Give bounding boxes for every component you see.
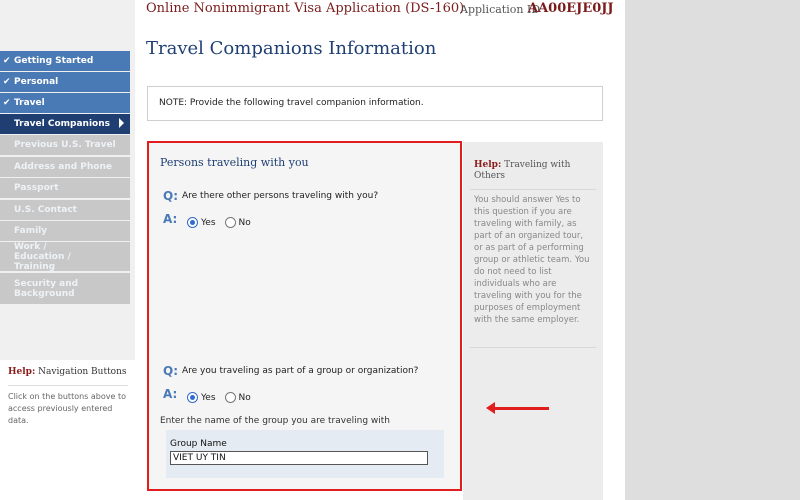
radio-no-group-travel[interactable] (224, 392, 236, 403)
sidebar-item-work-education-training[interactable]: Work / Education / Training (0, 241, 130, 272)
help-traveling-text: You should answer Yes to this question i… (474, 195, 590, 325)
divider (470, 347, 596, 348)
sidebar-item-label: Family (14, 226, 48, 236)
group-name-input[interactable] (170, 451, 428, 465)
app-title: Online Nonimmigrant Visa Application (DS… (146, 1, 465, 16)
radio-group-other-persons: Yes No (187, 217, 260, 228)
checkmark-icon: ✔ (3, 77, 11, 87)
radio-label-yes: Yes (201, 392, 216, 403)
sidebar-item-travel-companions[interactable]: Travel Companions (0, 114, 130, 134)
checkmark-icon: ✔ (3, 98, 11, 108)
radio-label-no: No (238, 392, 251, 403)
radio-group-group-travel: Yes No (187, 392, 260, 403)
help-navigation-panel: Help: Navigation Buttons Click on the bu… (0, 360, 135, 500)
help-navigation-title: Help: Navigation Buttons (8, 367, 127, 377)
answer-marker: A: (163, 387, 178, 401)
sidebar-item-personal[interactable]: ✔ Personal (0, 72, 130, 92)
sidebar-item-label: U.S. Contact (14, 205, 77, 215)
help-traveling-title: Help: Traveling with Others (474, 160, 571, 181)
sidebar-item-label: Getting Started (14, 56, 94, 66)
answer-marker: A: (163, 212, 178, 226)
travel-companions-form: Persons traveling with you Q: Are there … (147, 141, 462, 491)
question-marker: Q: (163, 364, 178, 378)
radio-yes-group-travel[interactable] (187, 392, 198, 403)
sidebar-item-passport[interactable]: Passport (0, 178, 130, 198)
app-header: Online Nonimmigrant Visa Application (DS… (140, 0, 614, 22)
right-background (625, 0, 800, 500)
checkmark-icon: ✔ (3, 56, 11, 66)
group-name-prompt: Enter the name of the group you are trav… (160, 416, 390, 426)
note-box: NOTE: Provide the following travel compa… (147, 86, 603, 121)
divider (8, 385, 128, 386)
question-group-travel: Are you traveling as part of a group or … (182, 366, 419, 376)
sidebar-item-label: Address and Phone (14, 162, 112, 172)
help-traveling-panel: Help: Traveling with Others You should a… (463, 142, 603, 500)
help-navigation-text: Click on the buttons above to access pre… (8, 392, 126, 425)
radio-label-no: No (238, 217, 251, 228)
sidebar-item-security-and-background[interactable]: Security and Background (0, 273, 130, 304)
radio-yes-other-persons[interactable] (187, 217, 198, 228)
sidebar-item-family[interactable]: Family (0, 221, 130, 241)
group-name-label: Group Name (170, 439, 227, 449)
sidebar-item-label: Passport (14, 183, 59, 193)
page-title: Travel Companions Information (146, 38, 437, 59)
sidebar-item-label: Travel Companions (14, 119, 110, 129)
sidebar-item-label: Previous U.S. Travel (14, 140, 116, 150)
sidebar-item-label: Work / Education / Training (14, 241, 71, 272)
sidebar-item-travel[interactable]: ✔ Travel (0, 93, 130, 113)
sidebar-item-label: Travel (14, 98, 45, 108)
sidebar-item-address-and-phone[interactable]: Address and Phone (0, 157, 130, 177)
note-text: NOTE: Provide the following travel compa… (159, 98, 424, 108)
triangle-right-icon (119, 118, 124, 128)
sidebar-item-us-contact[interactable]: U.S. Contact (0, 200, 130, 220)
sidebar-item-previous-us-travel[interactable]: Previous U.S. Travel (0, 135, 130, 155)
section-title: Persons traveling with you (160, 156, 309, 169)
question-marker: Q: (163, 189, 178, 203)
application-id-value: AA00EJE0JJ (528, 1, 614, 16)
sidebar-item-label: Security and Background (14, 278, 79, 299)
group-name-box: Group Name (166, 430, 444, 478)
question-other-persons: Are there other persons traveling with y… (182, 191, 379, 201)
radio-no-other-persons[interactable] (224, 217, 236, 228)
divider (470, 189, 596, 190)
sidebar-item-getting-started[interactable]: ✔ Getting Started (0, 51, 130, 71)
radio-label-yes: Yes (201, 217, 216, 228)
arrow-annotation-line (493, 407, 549, 410)
sidebar-item-label: Personal (14, 77, 59, 87)
